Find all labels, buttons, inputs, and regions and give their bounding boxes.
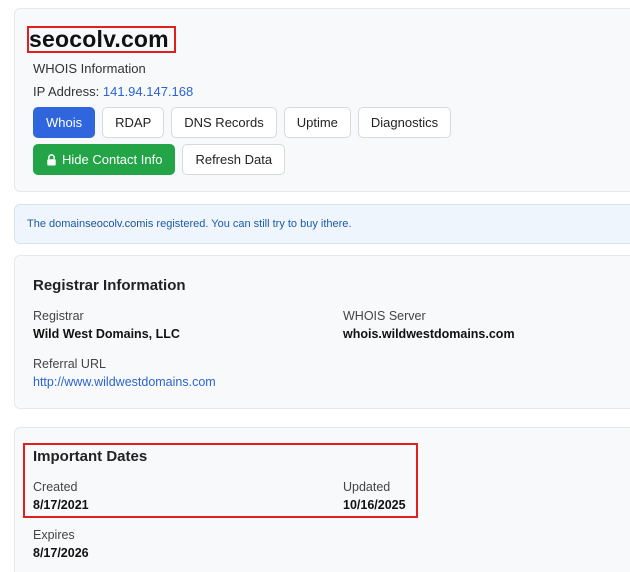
updated-label: Updated xyxy=(343,480,391,494)
created-label: Created xyxy=(33,480,78,494)
page-subtitle: WHOIS Information xyxy=(33,61,146,76)
whois-server-value: whois.wildwestdomains.com xyxy=(343,327,515,341)
whois-page: seocolv.com WHOIS Information IP Address… xyxy=(0,0,630,572)
tab-dns-records[interactable]: DNS Records xyxy=(171,107,277,138)
refresh-data-button[interactable]: Refresh Data xyxy=(182,144,286,175)
whois-server-label: WHOIS Server xyxy=(343,309,426,323)
hide-contact-info-label: Hide Contact Info xyxy=(62,152,163,167)
hide-contact-info-button[interactable]: Hide Contact Info xyxy=(33,144,176,175)
alert-buy-link[interactable]: here xyxy=(326,218,348,230)
expires-label: Expires xyxy=(33,528,75,542)
action-tabs: Whois RDAP DNS Records Uptime Diagnostic… xyxy=(33,107,593,175)
tab-whois[interactable]: Whois xyxy=(33,107,96,138)
tab-uptime[interactable]: Uptime xyxy=(283,107,351,138)
referral-url-label: Referral URL xyxy=(33,357,106,371)
tab-diagnostics[interactable]: Diagnostics xyxy=(357,107,452,138)
alert-text-middle: is registered. You can still try to buy … xyxy=(145,218,327,230)
created-value: 8/17/2021 xyxy=(33,498,89,512)
ip-address-label: IP Address: xyxy=(33,84,100,99)
domain-title: seocolv.com xyxy=(29,26,169,52)
registrar-info-card: Registrar Information Registrar Wild Wes… xyxy=(14,255,630,409)
registration-alert: The domain seocolv.com is registered. Yo… xyxy=(14,204,630,244)
alert-text-prefix: The domain xyxy=(27,218,86,230)
domain-header-card: seocolv.com WHOIS Information IP Address… xyxy=(14,8,630,192)
ip-address-line: IP Address: 141.94.147.168 xyxy=(33,84,193,99)
lock-icon xyxy=(46,153,57,166)
updated-value: 10/16/2025 xyxy=(343,498,406,512)
alert-domain: seocolv.com xyxy=(85,218,146,230)
important-dates-card: Important Dates Created 8/17/2021 Update… xyxy=(14,427,630,572)
dates-section-title: Important Dates xyxy=(33,448,148,465)
registrar-value: Wild West Domains, LLC xyxy=(33,327,180,341)
tab-rdap[interactable]: RDAP xyxy=(102,107,165,138)
ip-address-link[interactable]: 141.94.147.168 xyxy=(103,84,193,99)
expires-value: 8/17/2026 xyxy=(33,546,89,560)
alert-text-suffix: . xyxy=(348,218,352,230)
registrar-label: Registrar xyxy=(33,309,84,323)
referral-url-link[interactable]: http://www.wildwestdomains.com xyxy=(33,375,216,389)
registrar-section-title: Registrar Information xyxy=(33,277,186,294)
